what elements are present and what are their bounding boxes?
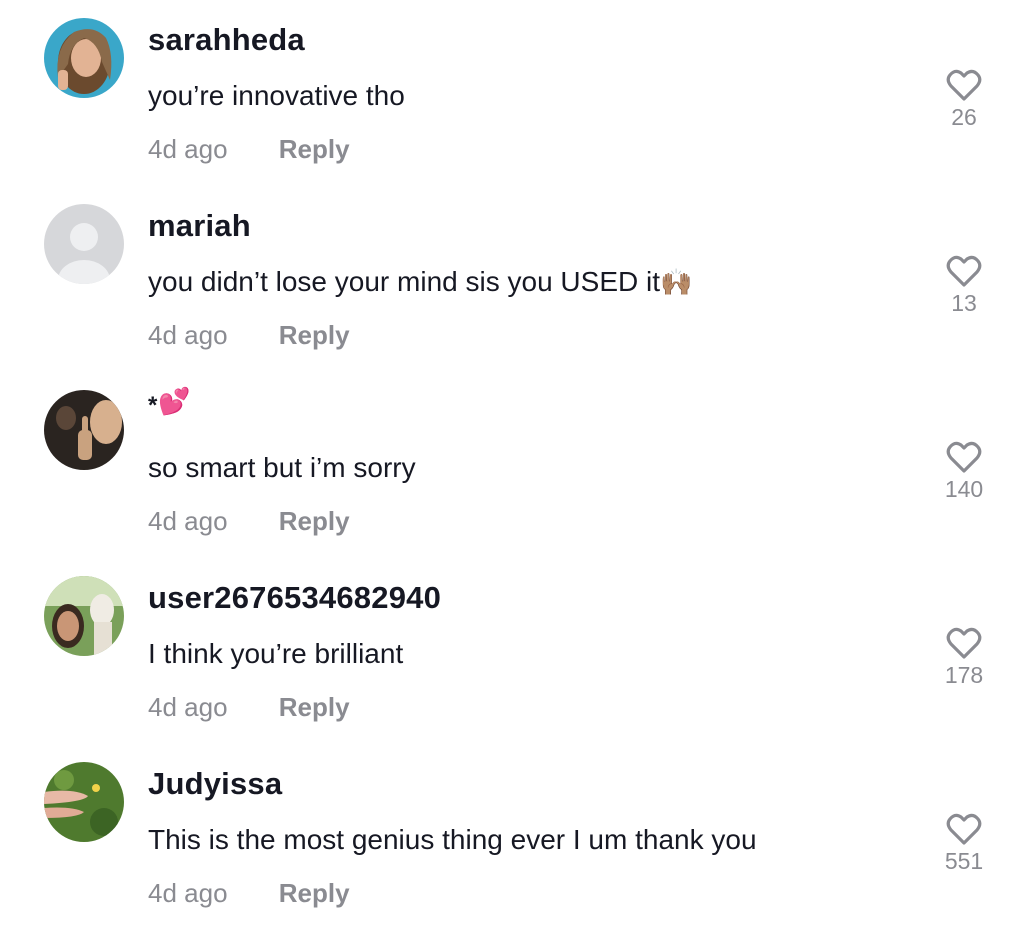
comment-meta: 4d ago Reply — [148, 134, 350, 165]
like-button[interactable]: 26 — [938, 68, 990, 131]
like-count: 26 — [951, 104, 977, 130]
avatar[interactable] — [44, 762, 124, 842]
comment-item: * 💕 so smart but i’m sorry 4d ago Reply … — [0, 372, 1034, 558]
like-button[interactable]: 178 — [938, 626, 990, 689]
comment-text: you’re innovative tho — [148, 80, 405, 112]
avatar[interactable] — [44, 576, 124, 656]
avatar[interactable] — [44, 18, 124, 98]
heart-outline-icon — [946, 255, 982, 287]
comment-text-content: you’re innovative tho — [148, 80, 405, 111]
reply-button[interactable]: Reply — [279, 134, 350, 164]
comment-item: mariah you didn’t lose your mind sis you… — [0, 186, 1034, 372]
comment-text-content: so smart but i’m sorry — [148, 452, 416, 483]
avatar[interactable] — [44, 390, 124, 470]
timestamp: 4d ago — [148, 506, 228, 536]
comment-item: Judyissa This is the most genius thing e… — [0, 744, 1034, 930]
like-count: 140 — [944, 476, 984, 502]
comment-item: user2676534682940 I think you’re brillia… — [0, 558, 1034, 744]
timestamp: 4d ago — [148, 878, 228, 908]
timestamp: 4d ago — [148, 134, 228, 164]
comment-text: so smart but i’m sorry — [148, 452, 416, 484]
comment-text: I think you’re brilliant — [148, 638, 403, 670]
two-hearts-emoji: 💕 — [158, 386, 191, 416]
reply-button[interactable]: Reply — [279, 878, 350, 908]
comment-text: you didn’t lose your mind sis you USED i… — [148, 266, 692, 298]
username[interactable]: Judyissa — [148, 766, 282, 802]
raised-hands-emoji: 🙌🏽 — [660, 267, 693, 297]
heart-outline-icon — [946, 627, 982, 659]
like-count: 178 — [944, 662, 984, 688]
comment-meta: 4d ago Reply — [148, 692, 350, 723]
comment-text-content: This is the most genius thing ever I um … — [148, 824, 757, 855]
username[interactable]: * — [148, 392, 157, 420]
comment-item: sarahheda you’re innovative tho 4d ago R… — [0, 0, 1034, 186]
comment-meta: 4d ago Reply — [148, 506, 350, 537]
comment-meta: 4d ago Reply — [148, 878, 350, 909]
timestamp: 4d ago — [148, 692, 228, 722]
heart-outline-icon — [946, 813, 982, 845]
heart-outline-icon — [946, 69, 982, 101]
comment-text-content: you didn’t lose your mind sis you USED i… — [148, 266, 660, 297]
like-button[interactable]: 551 — [938, 812, 990, 875]
comment-text-content: I think you’re brilliant — [148, 638, 404, 669]
username[interactable]: sarahheda — [148, 22, 305, 58]
reply-button[interactable]: Reply — [279, 506, 350, 536]
comment-meta: 4d ago Reply — [148, 320, 350, 351]
like-count: 13 — [951, 290, 977, 316]
avatar-default[interactable] — [44, 204, 124, 284]
like-count: 551 — [944, 848, 984, 874]
username[interactable]: user2676534682940 — [148, 580, 441, 616]
like-button[interactable]: 140 — [938, 440, 990, 503]
reply-button[interactable]: Reply — [279, 320, 350, 350]
heart-outline-icon — [946, 441, 982, 473]
reply-button[interactable]: Reply — [279, 692, 350, 722]
like-button[interactable]: 13 — [938, 254, 990, 317]
timestamp: 4d ago — [148, 320, 228, 350]
comment-text: This is the most genius thing ever I um … — [148, 824, 757, 856]
username[interactable]: mariah — [148, 208, 251, 244]
